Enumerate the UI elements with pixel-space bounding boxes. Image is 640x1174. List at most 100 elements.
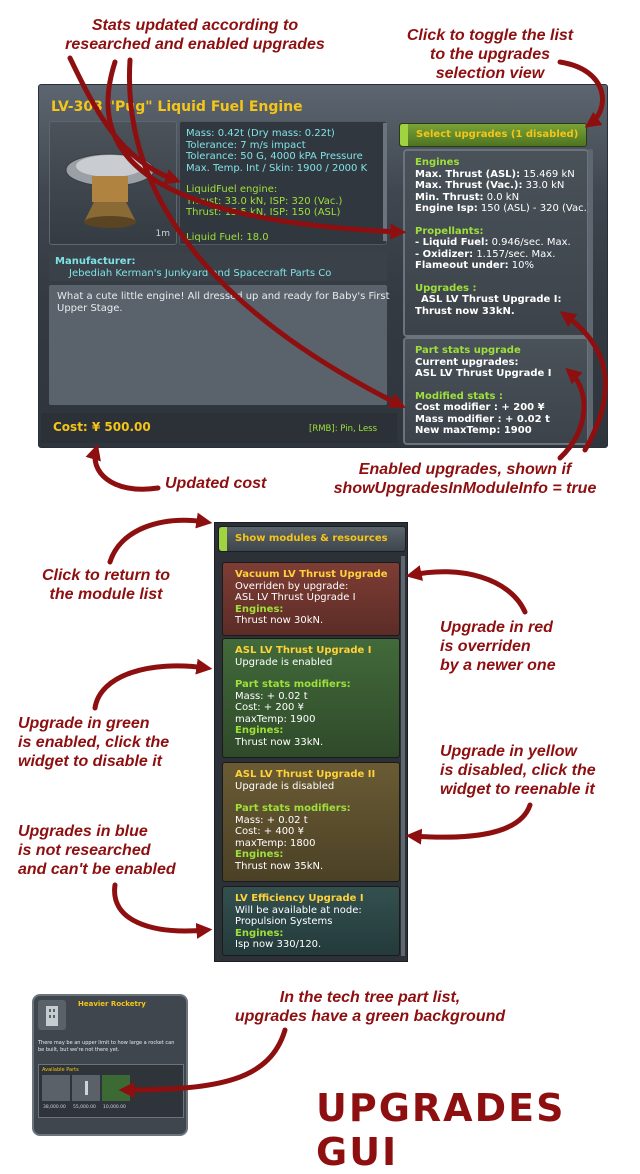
annotation-line: to the upgrades [429,46,550,63]
upgrade-mod-line: Mass: + 0.02 t [235,690,308,702]
stat-line: Tolerance: 50 G, 4000 kPA Pressure [186,151,363,162]
upgrades-scrollbar[interactable] [401,556,405,956]
propellants-header: Propellants: [415,225,484,237]
engine-line: Thrust: 15.5 kN, ISP: 150 (ASL) [186,207,341,218]
description-line: Upper Stage. [57,302,123,314]
modified-header: Modified stats : [415,390,503,402]
annotation-toggle-list: Click to toggle the list to the upgrades… [380,26,600,83]
propellant-key: Flameout under: [415,260,509,271]
show-modules-button[interactable]: Show modules & resources [218,526,406,552]
part-slot[interactable] [72,1075,100,1101]
engines-info: Engines Max. Thrust (ASL): 15.469 kN Max… [415,157,591,317]
stats-list: Mass: 0.42t (Dry mass: 0.22t) Tolerance:… [186,128,367,174]
part-price: 38,000.00 [43,1105,66,1110]
description-box: What a cute little engine! All dressed u… [49,285,390,405]
part-price: 10,000.00 [103,1105,126,1110]
available-parts-box: Available Parts 38,000.00 55,000.00 10,0… [38,1064,184,1118]
cost-label: Cost: ¥ 500.00 [53,420,151,434]
upgrade-widget-enabled[interactable]: ASL LV Thrust Upgrade I Upgrade is enabl… [222,638,400,758]
upgrade-mod-line: Cost: + 200 ¥ [235,702,304,713]
rmb-hint[interactable]: [RMB]: Pin, Less [309,424,377,436]
annotation-line: the module list [49,586,163,603]
annotation-line: Upgrades in blue [18,823,148,840]
engine-line: Max. Thrust (ASL): 15.469 kN [415,169,591,181]
engine-value: 15.469 kN [520,168,575,180]
engine-value: 0.0 kN [483,191,520,203]
manufacturer-label: Manufacturer: [55,256,136,267]
engine-key: Min. Thrust: [415,191,484,203]
part-title: LV-303 "Pug" Liquid Fuel Engine [51,99,303,115]
upgrade-title: ASL LV Thrust Upgrade II [235,769,376,780]
arrow [107,512,213,565]
big-title: UPGRADES GUI [316,1086,566,1174]
annotation-line: Upgrade in red [440,619,553,636]
part-slot[interactable] [42,1075,70,1101]
upgrade-engine-line: Thrust now 33kN. [235,736,324,748]
select-upgrades-button[interactable]: Select upgrades (1 disabled) [399,123,587,147]
engine-value: 33.0 kN [522,180,565,191]
annotation-red-upgrade: Upgrade in red is overriden by a newer o… [440,618,630,675]
stats-scrollbar[interactable] [383,123,387,241]
show-modules-label: Show modules & resources [235,533,388,544]
annotation-line: Enabled upgrades, shown if [358,461,572,478]
building-icon [46,1006,58,1026]
upgrade-engines-header: Engines: [235,849,284,860]
engine-image [65,153,155,228]
annotation-line: is disabled, click the [440,762,596,779]
upgrade-title: ASL LV Thrust Upgrade I [235,645,372,656]
part-slot-upgrade[interactable] [102,1075,130,1101]
upgrade-line: Propulsion Systems [235,916,333,927]
engine-line: Max. Thrust (Vac.): 33.0 kN [415,180,591,192]
upgrade-mod-line: maxTemp: 1900 [235,713,316,725]
arrow [112,882,213,939]
engines-header: Engines [415,157,460,168]
annotation-blue-upgrade: Upgrades in blue is not researched and c… [18,822,218,879]
propellant-line: - Liquid Fuel: 0.946/sec. Max. [415,237,591,249]
annotation-line: widget to disable it [18,753,163,770]
upgrade-engines-header: Engines: [235,603,284,615]
engine-value: 150 (ASL) - 320 (Vac.) [477,203,591,214]
modified-line: New maxTemp: 1900 [415,425,532,436]
current-upgrade: ASL LV Thrust Upgrade I [415,368,552,379]
annotation-line: is overriden [440,638,531,655]
upgrade-modifiers-header: Part stats modifiers: [235,679,351,690]
info-scrollbar[interactable] [588,149,593,439]
upgrade-line: Will be available at node: [235,904,362,916]
arrow [405,802,533,845]
button-accent [400,124,408,146]
upgrade-widget-overriden[interactable]: Vacuum LV Thrust Upgrade Overriden by up… [222,562,400,636]
annotation-return-module: Click to return to the module list [16,566,196,604]
upgrade-line: Upgrade is disabled [235,780,335,792]
annotation-stats-updated: Stats updated according to researched an… [20,16,370,54]
upgrade-engine-line: Isp now 330/120. [235,939,322,950]
stat-line: Mass: 0.42t (Dry mass: 0.22t) [186,128,335,139]
engine-key: Max. Thrust (Vac.): [415,180,523,191]
annotation-line: Click to toggle the list [406,27,574,44]
modified-line: Mass modifier : + 0.02 t [415,413,550,425]
annotation-line: showUpgradesInModuleInfo = true [333,480,597,497]
annotation-line: Upgrade in yellow [440,743,577,760]
tech-tree-card: Heavier Rocketry There may be an upper l… [32,994,188,1136]
engine-key: Engine Isp: [415,203,478,214]
manufacturer-box: Manufacturer: Jebediah Kerman's Junkyard… [49,253,387,281]
tech-node-icon [38,1000,66,1030]
annotation-line: Upgrade in green [18,715,150,732]
upgrade-widget-disabled[interactable]: ASL LV Thrust Upgrade II Upgrade is disa… [222,762,400,882]
engine-line: Thrust: 33.0 kN, ISP: 320 (Vac.) [186,195,343,207]
annotation-line: upgrades have a green background [234,1008,506,1025]
upgrade-line: ASL LV Thrust Upgrade I [235,592,356,603]
annotation-line: is not researched [18,842,151,859]
available-parts-label: Available Parts [42,1067,79,1073]
upgrade-title: Vacuum LV Thrust Upgrade [235,569,388,580]
upgrade-line: ASL LV Thrust Upgrade I: [421,294,562,305]
engine-header: LiquidFuel engine: [186,184,278,195]
annotation-line: and can't be enabled [18,861,176,878]
part-price: 55,000.00 [73,1105,96,1110]
annotation-line: In the tech tree part list, [279,989,461,1006]
annotation-green-upgrade: Upgrade in green is enabled, click the w… [18,714,218,771]
part-info-window: LV-303 "Pug" Liquid Fuel Engine 1m Mass:… [38,84,608,448]
annotation-line: Stats updated according to [91,17,299,34]
propellant-value: 10% [508,260,534,271]
annotation-line: is enabled, click the [18,734,170,751]
module-info-part-stats: Part stats upgrade Current upgrades: ASL… [403,337,589,445]
